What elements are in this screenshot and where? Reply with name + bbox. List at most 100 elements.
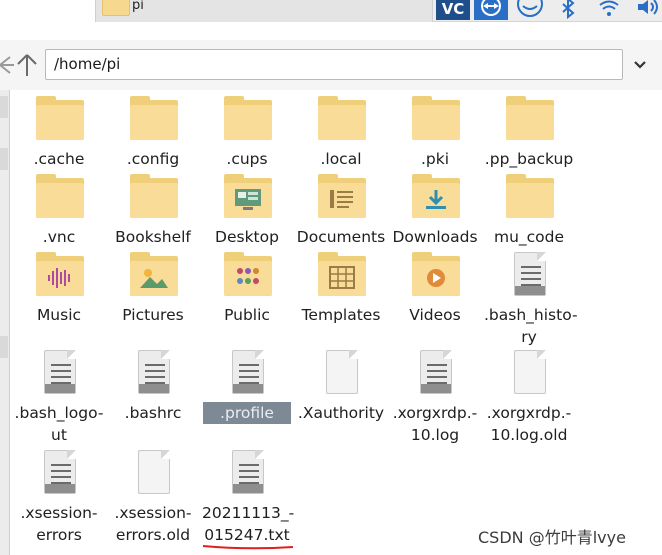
item-label: .bashrc [106, 402, 200, 424]
item-label-line: errors [36, 526, 82, 544]
side-pane[interactable] [0, 90, 10, 555]
item-label: Desktop [200, 226, 294, 248]
chevron-down-icon[interactable] [628, 54, 652, 76]
item-label-line: Documents [296, 228, 386, 246]
text-file-icon [224, 450, 272, 498]
item-label-line: .xorgxrdp.- [392, 404, 478, 422]
item-label-line: .cups [226, 150, 268, 168]
item-label: .cups [200, 148, 294, 170]
item-label: .xsession-errors.old [106, 502, 200, 546]
blank-file-icon [318, 350, 366, 398]
text-file-icon [224, 350, 272, 398]
item-label-line: 20211113_- [202, 504, 295, 522]
volume-icon[interactable] [636, 0, 662, 20]
watermark: CSDN @竹叶青lvye [478, 528, 626, 547]
item-label-line: .vnc [42, 228, 76, 246]
item-label: .vnc [12, 226, 106, 248]
public-people-icon [237, 268, 259, 284]
item-label: Public [200, 304, 294, 326]
item-label-line: .bashrc [124, 404, 182, 422]
item-label-line: .pp_backup [484, 150, 574, 168]
item-label-line: .xsession- [114, 504, 192, 522]
item-label-line: .config [126, 150, 180, 168]
templates-grid-icon [329, 266, 355, 289]
item-label-line: Public [224, 306, 270, 324]
item-label: .pp_backup [482, 148, 576, 170]
item-label: Documents [294, 226, 388, 248]
item-label-line: .xsession- [20, 504, 98, 522]
item-label-line: .local [320, 150, 362, 168]
wifi-icon[interactable] [598, 0, 620, 20]
item-label-line: Bookshelf [115, 228, 191, 246]
folder-icon [130, 96, 178, 144]
item-label-line: Downloads [392, 228, 478, 246]
folder-icon [130, 252, 178, 300]
item-label: .xorgxrdp.- 10.log.old [482, 402, 576, 446]
bluetooth-icon[interactable] [560, 0, 576, 20]
text-file-icon [36, 450, 84, 498]
item-label: .cache [12, 148, 106, 170]
item-label-line: Desktop [215, 228, 279, 246]
folder-icon [36, 252, 84, 300]
item-label-line: .xorgxrdp.- [486, 404, 572, 422]
item-label-line: 10.log [410, 426, 460, 444]
item-label-line: Music [36, 306, 82, 324]
item-label-line: mu_code [493, 228, 565, 246]
taskbar-window-label: pi [132, 0, 144, 13]
text-file-icon [506, 252, 554, 300]
item-label-line: errors.old [115, 526, 191, 544]
red-underline-annotation [202, 545, 294, 550]
item-label: .xsession-errors [12, 502, 106, 546]
blank-file-icon [506, 350, 554, 398]
folder-icon [130, 174, 178, 222]
folder-icon [224, 252, 272, 300]
item-label: .bash_histo-ry [482, 304, 578, 348]
side-pane-item[interactable] [0, 336, 8, 358]
item-label: Music [12, 304, 106, 326]
item-label: .local [294, 148, 388, 170]
file-icon-view: .cache .config .cups .local .pki .pp_backup .v… [12, 92, 662, 555]
desktop-emblem-icon [235, 189, 261, 210]
side-pane-item[interactable] [0, 148, 8, 170]
item-label: .bash_logo-ut [12, 402, 106, 446]
side-pane-item[interactable] [0, 96, 8, 118]
folder-icon [36, 174, 84, 222]
item-label: .config [106, 148, 200, 170]
folder-icon [412, 252, 460, 300]
teamviewer-icon[interactable] [474, 0, 508, 20]
folder-icon [224, 96, 272, 144]
folder-icon [36, 96, 84, 144]
item-label: .Xauthority [294, 402, 388, 424]
item-label: 20211113_- 015247.txt [200, 502, 294, 546]
item-label: Pictures [106, 304, 200, 326]
folder-icon [412, 174, 460, 222]
item-label-line: Pictures [122, 306, 184, 324]
folder-icon [318, 174, 366, 222]
item-label-line: .pki [420, 150, 450, 168]
item-label-line: 015247.txt [204, 526, 290, 544]
music-waveform-icon [48, 268, 70, 288]
folder-icon [318, 252, 366, 300]
blank-file-icon [130, 450, 178, 498]
back-arrow-icon[interactable] [0, 54, 14, 76]
item-label: Bookshelf [106, 226, 200, 248]
up-arrow-icon[interactable] [15, 52, 39, 78]
pictures-landscape-icon [140, 269, 168, 288]
vnc-icon-text: VC [442, 0, 465, 18]
folder-icon [506, 96, 554, 144]
vnc-icon[interactable]: VC [436, 0, 470, 20]
path-input[interactable]: /home/pi [45, 49, 623, 80]
item-label-line: 10.log.old [490, 426, 568, 444]
item-label-line: .profile [203, 402, 291, 424]
item-label: .profile [200, 402, 294, 424]
item-label-line: Templates [301, 306, 381, 324]
item-label-line: Videos [409, 306, 461, 324]
taskbar-window-button[interactable]: pi [95, 0, 433, 22]
item-label: Templates [294, 304, 388, 326]
item-label-line: .bash_histo- [484, 306, 578, 324]
item-label: mu_code [482, 226, 576, 248]
remote-icon[interactable] [516, 0, 544, 20]
download-arrow-icon [426, 190, 446, 209]
item-label-line: ut [51, 426, 67, 444]
videos-play-icon [427, 269, 445, 287]
